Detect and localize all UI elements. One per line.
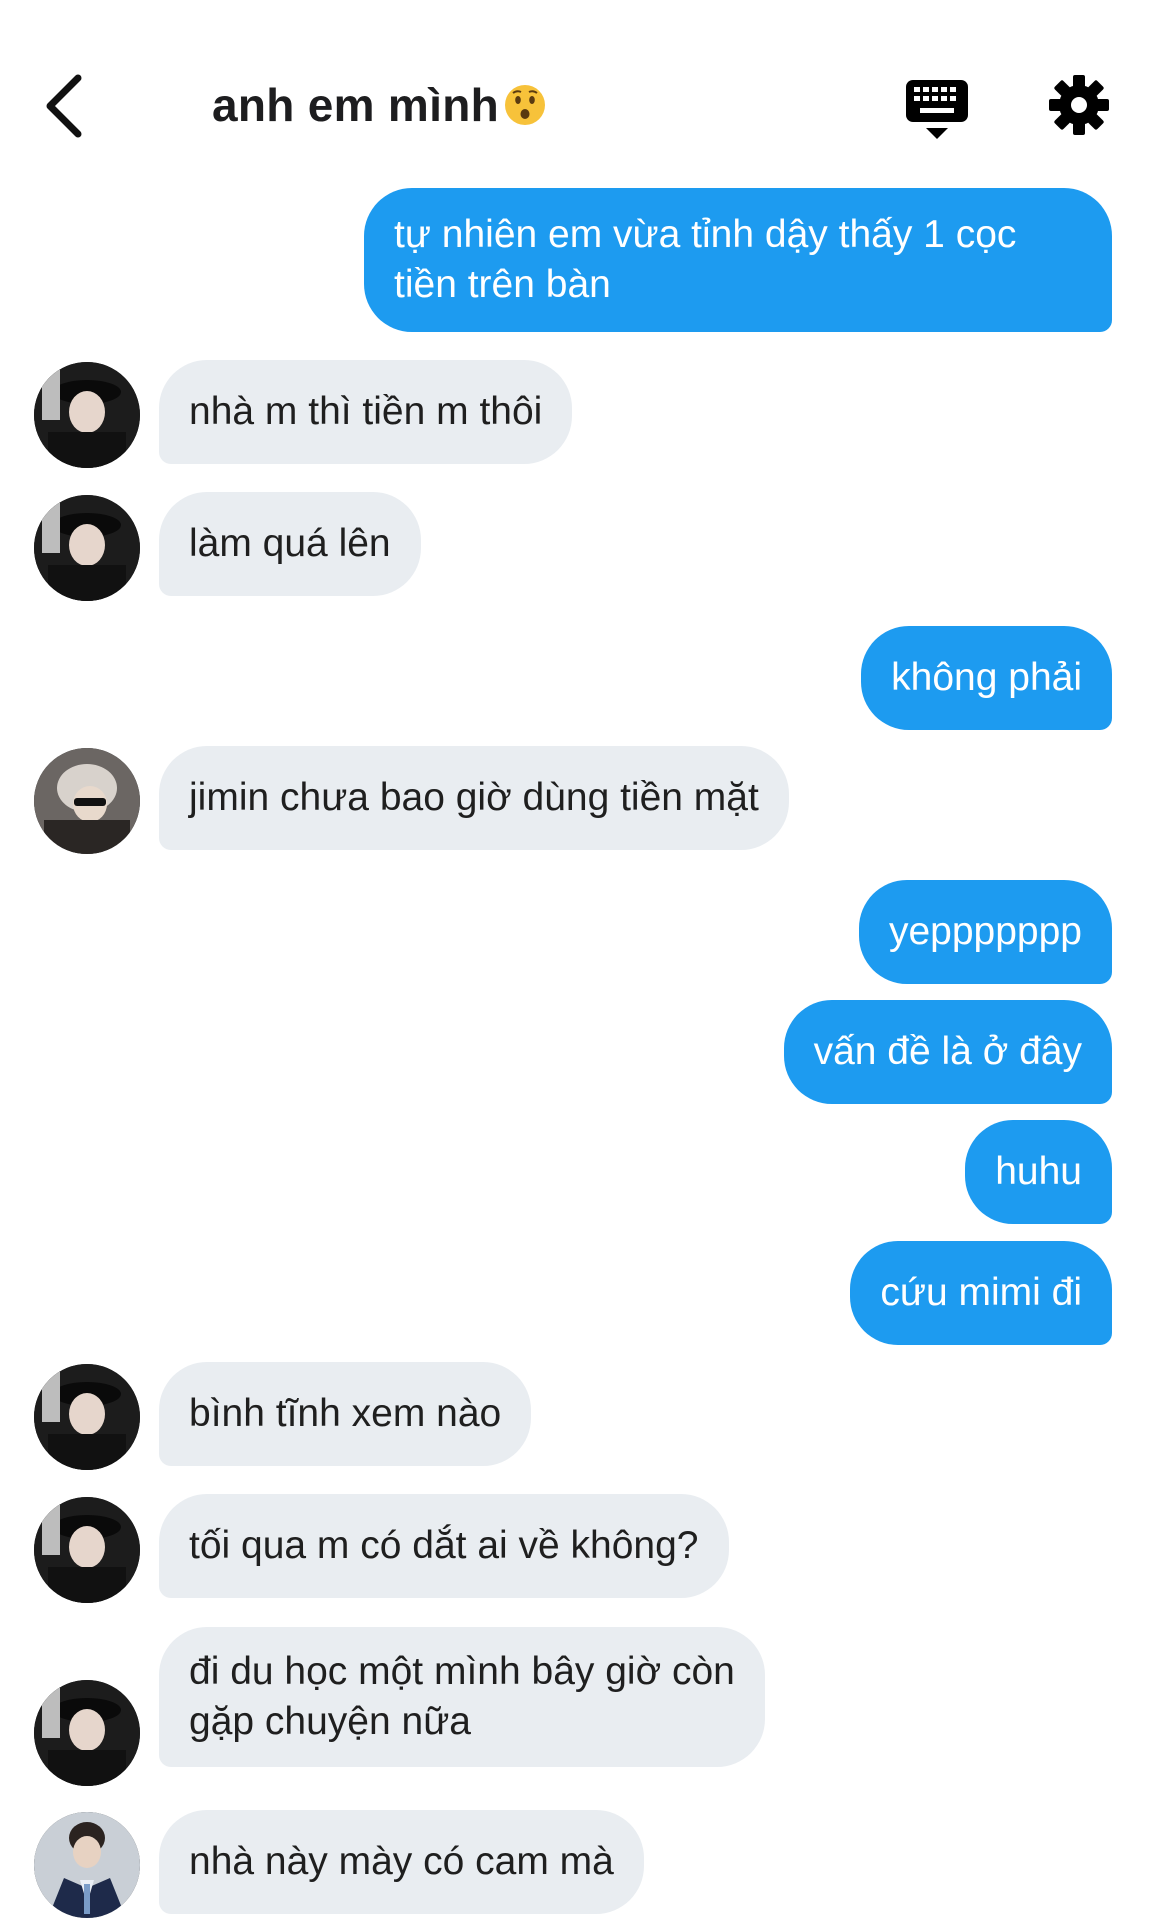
message-text: làm quá lên (189, 522, 391, 565)
message-bubble-outgoing[interactable]: huhu (965, 1120, 1112, 1224)
avatar-dark-hat-image (34, 1364, 140, 1470)
message-text: cứu mimi đi (880, 1271, 1082, 1314)
message-bubble-incoming[interactable]: bình tĩnh xem nào (159, 1362, 532, 1466)
avatar-dark-hat-image (34, 1680, 140, 1786)
message-text: đi du học một mình bây giờ còn gặp chuyệ… (189, 1650, 735, 1743)
message-text: vấn đề là ở đây (813, 1030, 1082, 1073)
avatar[interactable] (34, 362, 140, 468)
avatar[interactable] (34, 748, 140, 854)
message-text: yeppppppp (888, 910, 1082, 953)
message-text: tối qua m có dắt ai về không? (189, 1524, 699, 1567)
avatar-dark-hat-image (34, 362, 140, 468)
message-text: không phải (891, 656, 1082, 699)
message-bubble-outgoing[interactable]: tự nhiên em vừa tỉnh dậy thấy 1 cọc tiền… (364, 188, 1112, 332)
message-bubble-incoming[interactable]: nhà này mày có cam mà (159, 1810, 644, 1914)
message-bubble-outgoing[interactable]: vấn đề là ở đây (783, 1000, 1112, 1104)
message-bubble-incoming[interactable]: đi du học một mình bây giờ còn gặp chuyệ… (159, 1627, 765, 1767)
avatar[interactable] (34, 1497, 140, 1603)
message-bubble-outgoing[interactable]: không phải (861, 626, 1112, 730)
avatar[interactable] (34, 1812, 140, 1918)
message-text: jimin chưa bao giờ dùng tiền mặt (189, 776, 759, 819)
message-text: huhu (995, 1150, 1082, 1193)
avatar-dark-hat-image (34, 1497, 140, 1603)
avatar-suit-image (34, 1812, 140, 1918)
avatar-silver-hair-image (34, 748, 140, 854)
message-bubble-incoming[interactable]: jimin chưa bao giờ dùng tiền mặt (159, 746, 789, 850)
message-list[interactable]: tự nhiên em vừa tỉnh dậy thấy 1 cọc tiền… (0, 0, 1149, 1920)
message-text: nhà này mày có cam mà (189, 1840, 614, 1883)
avatar[interactable] (34, 1680, 140, 1786)
message-bubble-outgoing[interactable]: cứu mimi đi (850, 1241, 1112, 1345)
message-text: nhà m thì tiền m thôi (189, 390, 543, 433)
message-bubble-incoming[interactable]: tối qua m có dắt ai về không? (159, 1494, 729, 1598)
message-bubble-incoming[interactable]: nhà m thì tiền m thôi (159, 360, 573, 464)
message-bubble-outgoing[interactable]: yeppppppp (858, 880, 1112, 984)
avatar[interactable] (34, 1364, 140, 1470)
avatar[interactable] (34, 495, 140, 601)
avatar-dark-hat-image (34, 495, 140, 601)
message-bubble-incoming[interactable]: làm quá lên (159, 492, 421, 596)
message-text: bình tĩnh xem nào (189, 1392, 502, 1435)
message-text: tự nhiên em vừa tỉnh dậy thấy 1 cọc tiền… (394, 213, 1017, 306)
